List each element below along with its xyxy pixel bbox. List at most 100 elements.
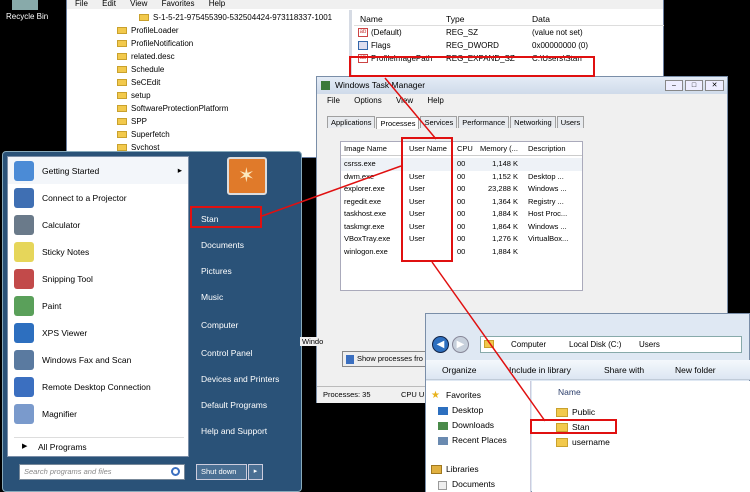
explorer-toolbar: Organize Include in library Share with N… [426, 360, 750, 380]
folder-icon [117, 53, 127, 60]
taskmgr-tabs: Applications Processes Services Performance… [327, 116, 585, 129]
start-menu: Getting Started ▸ Connect to a Projector Ca… [2, 151, 302, 492]
program-label: Sticky Notes [42, 246, 90, 257]
col-memory[interactable]: Memory (... [480, 142, 518, 156]
taskmgr-menu-file[interactable]: File [327, 96, 340, 105]
tab-users[interactable]: Users [556, 116, 585, 128]
organize-menu[interactable]: Organize [442, 360, 477, 380]
taskmgr-titlebar: Windows Task Manager – □ ✕ [317, 77, 727, 94]
nav-favorites[interactable]: ★ Favorites [426, 388, 530, 403]
folder-username[interactable]: username [556, 435, 610, 450]
forward-button[interactable]: ▶ [452, 336, 469, 353]
start-right-item[interactable]: Computer [191, 312, 299, 338]
process-mem: 1,364 K [492, 196, 518, 206]
program-item[interactable]: Connect to a Projector [8, 184, 188, 211]
tab-processes[interactable]: Processes [376, 117, 420, 129]
start-right-item[interactable]: Help and Support [191, 418, 299, 444]
folder-icon [117, 66, 127, 73]
shutdown-button[interactable]: Shut down [196, 464, 247, 480]
starfish-icon: ✶ [238, 165, 255, 187]
col-type[interactable]: Type [446, 12, 464, 26]
start-right-item[interactable]: Control Panel [191, 340, 299, 366]
program-item[interactable]: Getting Started ▸ [8, 157, 188, 184]
nav-recent-places[interactable]: Recent Places [426, 433, 530, 448]
breadcrumb-local-disk[interactable]: Local Disk (C:) [569, 337, 621, 352]
highlight-profile-image-path [349, 56, 595, 77]
tab-applications[interactable]: Applications [327, 116, 376, 128]
value-row[interactable]: Flags REG_DWORD 0x00000000 (0) [354, 39, 664, 52]
breadcrumb[interactable]: Computer Local Disk (C:) Users [480, 336, 742, 353]
show-all-processes-button[interactable]: Show processes fro [342, 351, 437, 367]
regedit-menu-edit[interactable]: Edit [102, 0, 116, 8]
col-cpu[interactable]: CPU [457, 142, 473, 156]
program-item[interactable]: XPS Viewer [8, 319, 188, 346]
nav-desktop[interactable]: Desktop [426, 403, 530, 418]
recycle-bin-icon[interactable] [12, 0, 38, 10]
maximize-button[interactable]: □ [685, 80, 703, 91]
col-data[interactable]: Data [532, 12, 550, 26]
breadcrumb-computer[interactable]: Computer [511, 337, 546, 352]
tab-performance[interactable]: Performance [458, 116, 510, 128]
regedit-menu-file[interactable]: File [75, 0, 88, 8]
highlight-user-name-column [401, 137, 453, 262]
start-right-item[interactable]: Pictures [191, 258, 299, 284]
program-item[interactable]: Snipping Tool [8, 265, 188, 292]
folder-public[interactable]: Public [556, 405, 595, 420]
program-item[interactable]: Paint [8, 292, 188, 319]
include-in-library-menu[interactable]: Include in library [509, 360, 571, 380]
process-row[interactable]: csrss.exe 00 1,148 K [341, 158, 582, 171]
explorer-content: Name Public Stan username [532, 381, 750, 492]
all-programs[interactable]: ▶ All Programs [14, 437, 184, 455]
program-item[interactable]: Sticky Notes [8, 238, 188, 265]
col-header-name[interactable]: Name [558, 387, 581, 397]
calculator-icon [14, 214, 34, 235]
taskmgr-menu-view[interactable]: View [396, 96, 413, 105]
start-right-item[interactable]: Devices and Printers [191, 366, 299, 392]
process-cpu: 00 [457, 209, 466, 218]
start-right-item[interactable]: Documents [191, 232, 299, 258]
start-right-item[interactable]: Music [191, 284, 299, 310]
back-button[interactable]: ◀ [432, 336, 449, 353]
regedit-menu-favorites[interactable]: Favorites [162, 0, 195, 8]
regedit-menu-help[interactable]: Help [209, 0, 225, 8]
nav-downloads[interactable]: Downloads [426, 418, 530, 433]
minimize-button[interactable]: – [665, 80, 683, 91]
tab-networking[interactable]: Networking [510, 116, 556, 128]
col-name[interactable]: Name [360, 12, 383, 26]
process-desc: Windows ... [528, 221, 567, 231]
tab-services[interactable]: Services [420, 116, 458, 128]
col-image-name[interactable]: Image Name [344, 142, 387, 156]
process-row[interactable]: winlogon.exe 00 1,884 K [341, 246, 582, 259]
triangle-right-icon: ▶ [22, 443, 28, 450]
process-row[interactable]: taskhost.exe User 00 1,884 K Host Proc... [341, 208, 582, 221]
taskmgr-menu-options[interactable]: Options [354, 96, 382, 105]
search-box[interactable]: Search programs and files [19, 464, 185, 480]
regedit-menu-view[interactable]: View [130, 0, 147, 8]
taskmgr-app-icon [321, 81, 330, 90]
new-folder-button[interactable]: New folder [675, 360, 716, 380]
close-button[interactable]: ✕ [705, 80, 724, 91]
program-item[interactable]: Calculator [8, 211, 188, 238]
col-description[interactable]: Description [528, 142, 566, 156]
share-with-menu[interactable]: Share with [604, 360, 644, 380]
process-row[interactable]: regedit.exe User 00 1,364 K Registry ... [341, 196, 582, 209]
status-processes: Processes: 35 [323, 390, 371, 399]
shutdown-options-button[interactable]: ▸ [248, 464, 263, 480]
process-desc: Registry ... [528, 196, 564, 206]
program-item[interactable]: Remote Desktop Connection [8, 373, 188, 400]
process-row[interactable]: taskmgr.exe User 00 1,864 K Windows ... [341, 221, 582, 234]
program-item[interactable]: Magnifier [8, 400, 188, 427]
nav-documents[interactable]: Documents [426, 477, 530, 492]
nav-libraries[interactable]: Libraries [426, 462, 530, 477]
snipping-tool-icon [14, 268, 34, 289]
user-picture[interactable]: ✶ [227, 157, 267, 195]
process-row[interactable]: dwm.exe User 00 1,152 K Desktop ... [341, 171, 582, 184]
process-mem: 1,864 K [492, 221, 518, 231]
value-row[interactable]: ab (Default) REG_SZ (value not set) [354, 26, 664, 39]
program-item[interactable]: Windows Fax and Scan [8, 346, 188, 373]
process-row[interactable]: VBoxTray.exe User 00 1,276 K VirtualBox... [341, 233, 582, 246]
breadcrumb-users[interactable]: Users [639, 337, 660, 352]
process-row[interactable]: explorer.exe User 00 23,288 K Windows ... [341, 183, 582, 196]
start-right-item[interactable]: Default Programs [191, 392, 299, 418]
taskmgr-menu-help[interactable]: Help [427, 96, 443, 105]
